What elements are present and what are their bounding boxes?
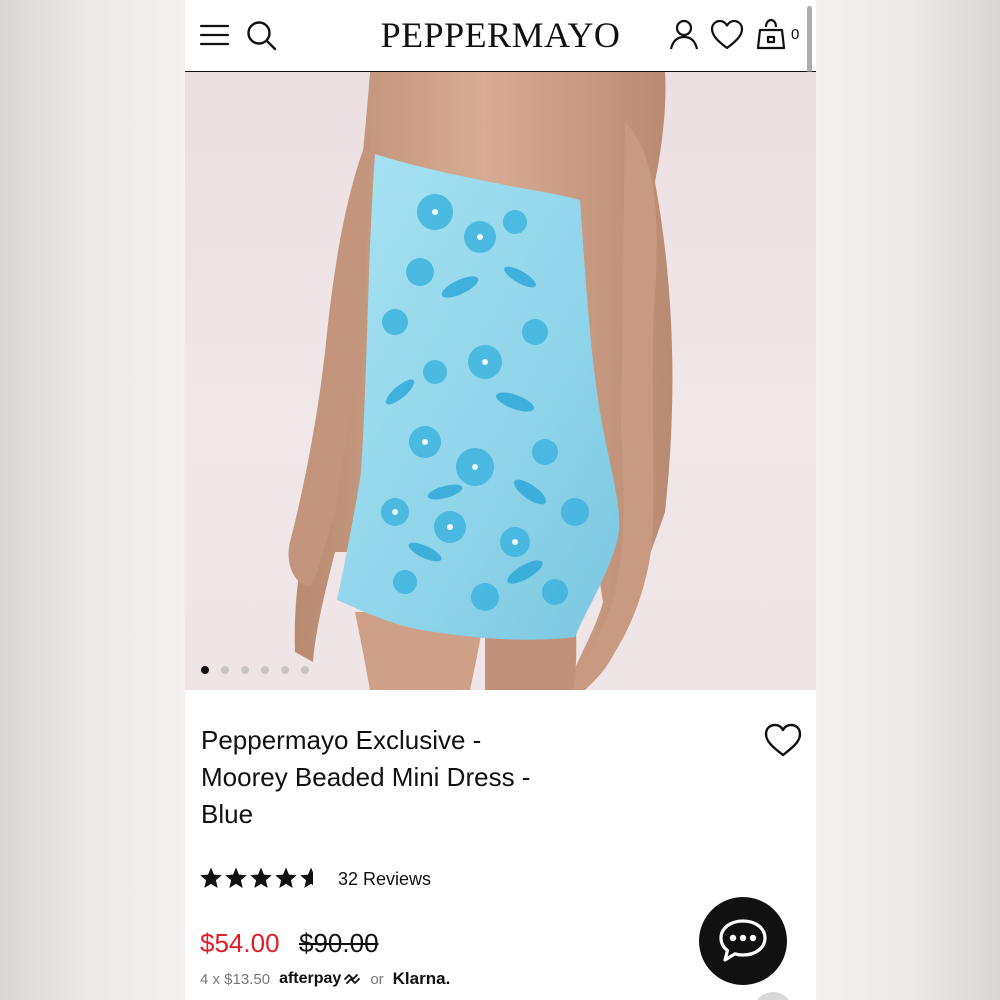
star-icon bbox=[250, 867, 272, 888]
or-text: or bbox=[370, 970, 384, 988]
product-image[interactable] bbox=[185, 72, 816, 690]
product-title-line: Moorey Beaded Mini Dress - bbox=[201, 762, 531, 792]
product-title-line: Blue bbox=[201, 799, 254, 829]
site-header: PEPPERMAYO 0 bbox=[185, 0, 816, 156]
afterpay-arrows-icon bbox=[344, 974, 361, 984]
add-to-wishlist-icon[interactable] bbox=[763, 722, 803, 758]
gallery-dot-1[interactable] bbox=[201, 666, 209, 674]
chat-bubble-icon bbox=[719, 919, 767, 962]
gallery-dot-4[interactable] bbox=[261, 666, 269, 674]
chat-button[interactable] bbox=[699, 897, 787, 985]
star-icon bbox=[275, 867, 297, 888]
sale-price: $54.00 bbox=[200, 928, 280, 958]
afterpay-logo[interactable]: afterpay bbox=[279, 970, 361, 988]
installment-amount: 4 x $13.50 bbox=[200, 970, 271, 988]
original-price: $90.00 bbox=[299, 928, 379, 958]
star-icon bbox=[200, 867, 222, 888]
product-title: Peppermayo Exclusive - Moorey Beaded Min… bbox=[201, 722, 621, 833]
scroll-to-top-button[interactable] bbox=[753, 992, 793, 1000]
account-icon[interactable] bbox=[666, 17, 702, 53]
gallery-dot-3[interactable] bbox=[241, 666, 249, 674]
gallery-pagination bbox=[201, 666, 309, 674]
installment-info: 4 x $13.50 afterpay or Klarna. bbox=[200, 969, 450, 989]
bag-icon[interactable] bbox=[755, 17, 791, 53]
gallery-dot-2[interactable] bbox=[221, 666, 229, 674]
klarna-logo[interactable]: Klarna. bbox=[393, 969, 451, 989]
product-title-line: Peppermayo Exclusive - bbox=[201, 725, 482, 755]
gallery-dot-6[interactable] bbox=[301, 666, 309, 674]
wishlist-icon[interactable] bbox=[709, 17, 745, 53]
product-page: PEPPERMAYO 0 Peppermayo Exclusive - Moor… bbox=[185, 0, 816, 1000]
gallery-dot-5[interactable] bbox=[281, 666, 289, 674]
reviews-link[interactable]: 32 Reviews bbox=[338, 869, 431, 890]
star-rating bbox=[199, 866, 323, 890]
model-in-dress-illustration bbox=[288, 72, 673, 690]
afterpay-label: afterpay bbox=[279, 970, 342, 987]
star-icon bbox=[225, 867, 247, 888]
half-star-icon bbox=[300, 867, 313, 888]
bag-count: 0 bbox=[791, 26, 800, 43]
